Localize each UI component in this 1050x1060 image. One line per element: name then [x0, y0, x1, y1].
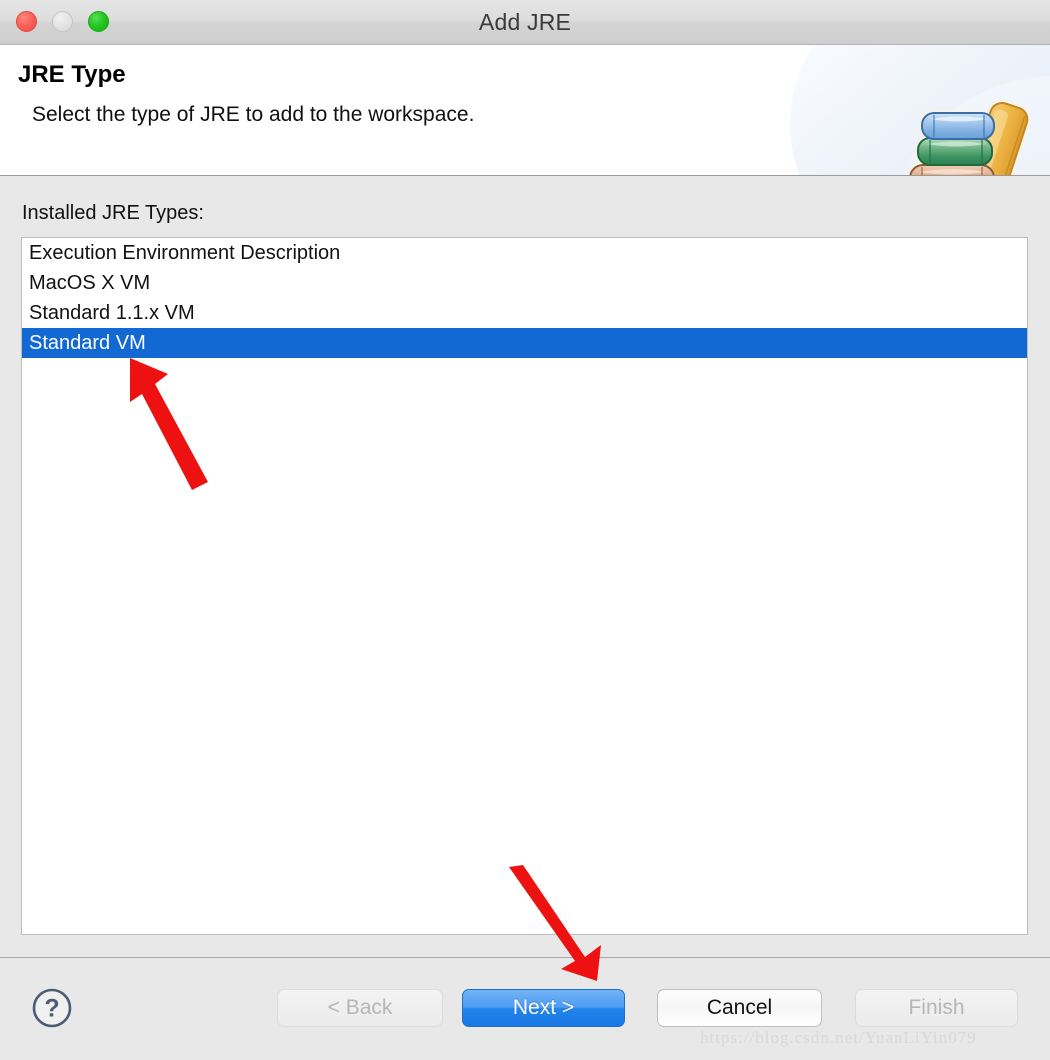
help-icon[interactable]: ?: [31, 987, 73, 1029]
dialog-header: JRE Type Select the type of JRE to add t…: [0, 45, 1050, 176]
add-jre-dialog: Add JRE JRE Type Select the type of JRE …: [0, 0, 1050, 1060]
window-title: Add JRE: [478, 9, 572, 35]
dialog-body: Installed JRE Types: Execution Environme…: [0, 176, 1050, 957]
finish-button[interactable]: Finish: [855, 989, 1018, 1027]
list-item[interactable]: MacOS X VM: [22, 268, 1027, 298]
help-icon-glyph: ?: [44, 995, 59, 1023]
next-button[interactable]: Next >: [462, 989, 625, 1027]
cancel-button[interactable]: Cancel: [657, 989, 822, 1027]
list-item[interactable]: Execution Environment Description: [22, 238, 1027, 268]
back-button[interactable]: < Back: [277, 989, 443, 1027]
list-item-selected[interactable]: Standard VM: [22, 328, 1027, 358]
page-title: JRE Type: [18, 61, 126, 88]
books-icon: [909, 102, 1029, 175]
jre-type-list[interactable]: Execution Environment Description MacOS …: [21, 237, 1028, 935]
list-item[interactable]: Standard 1.1.x VM: [22, 298, 1027, 328]
page-description: Select the type of JRE to add to the wor…: [32, 103, 475, 126]
watermark-text: https://blog.csdn.net/YuanLiYin079: [700, 1028, 977, 1047]
installed-jre-types-label: Installed JRE Types:: [22, 202, 204, 224]
window-titlebar: Add JRE: [0, 0, 1050, 45]
